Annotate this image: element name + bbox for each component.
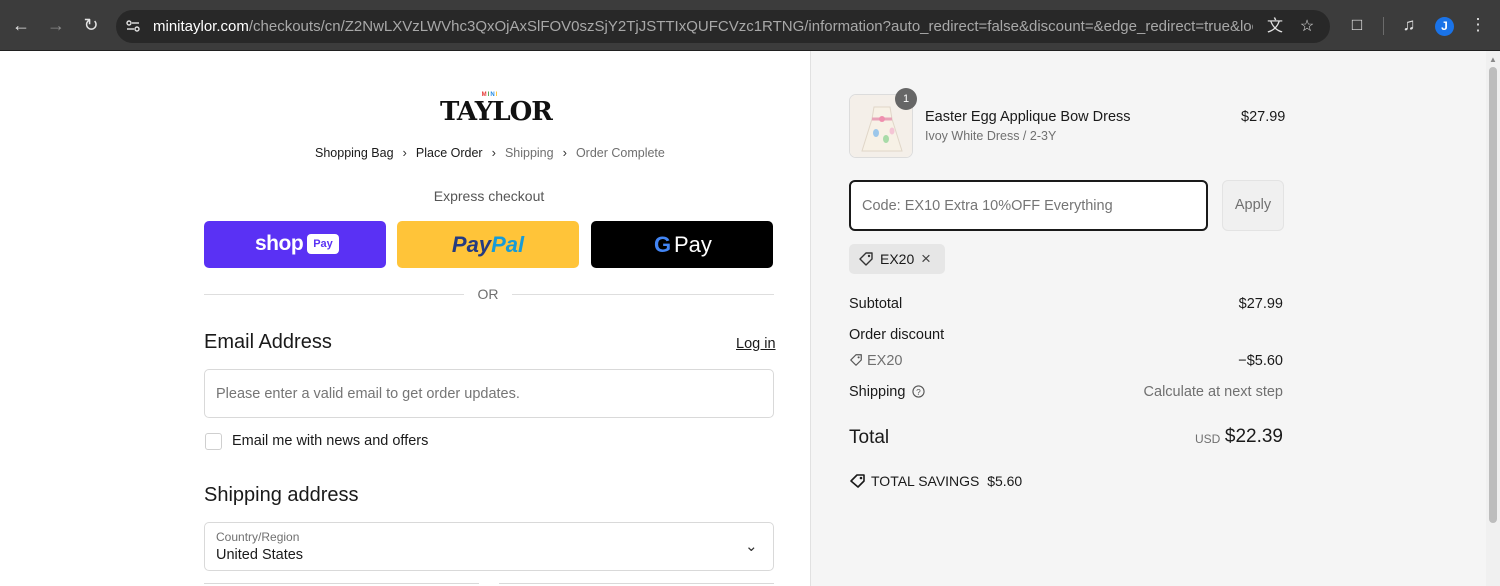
total-savings: TOTAL SAVINGS $5.60 — [849, 473, 1022, 489]
back-icon[interactable]: ← — [10, 14, 32, 36]
google-pay-button[interactable]: G Pay — [591, 221, 773, 268]
breadcrumb: Shopping Bag › Place Order › Shipping › Order … — [315, 145, 665, 160]
savings-label: TOTAL SAVINGS — [871, 473, 980, 489]
total-label: Total — [849, 427, 890, 448]
store-logo[interactable]: MINI TAYLOR — [440, 91, 553, 127]
breadcrumb-place-order: Place Order — [415, 146, 483, 160]
help-icon[interactable]: ? — [912, 385, 926, 398]
url-text: minitaylor.com/checkouts/cn/Z2NwLXVzLWVh… — [153, 18, 1253, 35]
discount-value: −$5.60 — [1238, 353, 1283, 369]
chevron-right-icon: › — [562, 145, 567, 160]
scrollbar-thumb[interactable] — [1489, 67, 1497, 523]
or-label: OR — [477, 286, 499, 302]
checkout-main: MINI TAYLOR Shopping Bag › Place Order › Shi… — [0, 51, 810, 586]
country-label: Country/Region — [216, 530, 300, 544]
media-icon[interactable]: ♫ — [1398, 14, 1420, 36]
extensions-icon[interactable]: □ — [1346, 14, 1368, 36]
total-currency: USD — [1195, 432, 1221, 446]
shipping-label: Shipping — [849, 384, 906, 400]
paypal-wordmark: PayPal — [451, 232, 525, 257]
chevron-right-icon: › — [402, 145, 407, 160]
logo-brand: TAYLOR — [440, 97, 553, 127]
order-summary: 1 Easter Egg Applique Bow Dress Ivoy Whi… — [810, 51, 1486, 586]
page-scrollbar[interactable]: ▲ — [1486, 51, 1500, 586]
translate-icon[interactable]: 文 — [1265, 17, 1285, 37]
newsletter-checkbox[interactable] — [205, 433, 222, 450]
total-value: $22.39 — [1224, 426, 1283, 447]
profile-avatar[interactable]: J — [1435, 17, 1454, 36]
express-checkout-title: Express checkout — [433, 188, 545, 204]
shipping-section-title: Shipping address — [204, 484, 359, 506]
chevron-down-icon: ⌄ — [745, 538, 758, 555]
close-icon[interactable]: × — [921, 249, 931, 269]
breadcrumb-shipping: Shipping — [504, 146, 554, 160]
or-divider-right — [512, 294, 774, 295]
breadcrumb-shopping-bag[interactable]: Shopping Bag — [315, 146, 394, 160]
product-price: $27.99 — [1241, 109, 1286, 125]
svg-text:?: ? — [917, 387, 922, 397]
tag-icon — [850, 354, 862, 366]
menu-icon[interactable]: ⋮ — [1467, 14, 1489, 36]
shipping-value: Calculate at next step — [1143, 384, 1283, 400]
chevron-right-icon: › — [491, 145, 496, 160]
shipping-row: Shipping ? — [849, 384, 926, 400]
tag-icon — [850, 474, 865, 488]
forward-icon[interactable]: → — [45, 14, 67, 36]
discount-code-label: EX20 — [867, 353, 903, 369]
email-input[interactable] — [204, 369, 774, 418]
product-name: Easter Egg Applique Bow Dress — [925, 109, 1131, 125]
newsletter-label[interactable]: Email me with news and offers — [232, 433, 428, 449]
shop-pay-wordmark: shop — [255, 232, 304, 255]
scroll-up-icon[interactable]: ▲ — [1489, 55, 1497, 64]
country-select[interactable]: Country/Region United States ⌄ — [204, 522, 774, 571]
discount-code-row: EX20 — [849, 353, 902, 369]
google-pay-label: Pay — [674, 232, 712, 257]
or-divider-left — [204, 294, 464, 295]
star-icon[interactable]: ☆ — [1297, 17, 1317, 37]
country-value: United States — [216, 547, 304, 563]
subtotal-value: $27.99 — [1238, 296, 1283, 312]
google-g-icon: G — [654, 232, 672, 257]
shop-pay-button[interactable]: shop Pay — [204, 221, 386, 268]
toolbar-divider — [1383, 17, 1384, 35]
quantity-badge: 1 — [895, 88, 917, 110]
browser-toolbar: ← → ↻ minitaylor.com/checkouts/cn/Z2NwLX… — [0, 0, 1500, 51]
shop-pay-badge: Pay — [307, 234, 339, 254]
applied-discount-code: EX20 — [880, 251, 915, 267]
login-link[interactable]: Log in — [736, 336, 776, 352]
address-bar[interactable]: minitaylor.com/checkouts/cn/Z2NwLXVzLWVh… — [116, 10, 1330, 43]
paypal-button[interactable]: PayPal — [397, 221, 579, 268]
product-variant: Ivoy White Dress / 2-3Y — [925, 129, 1057, 143]
discount-code-input[interactable] — [849, 180, 1208, 231]
order-discount-label: Order discount — [849, 327, 945, 343]
apply-button[interactable]: Apply — [1222, 180, 1284, 231]
reload-icon[interactable]: ↻ — [80, 14, 102, 36]
site-settings-icon[interactable] — [125, 18, 141, 34]
email-section-title: Email Address — [204, 331, 332, 353]
subtotal-label: Subtotal — [849, 296, 903, 312]
applied-discount-chip: EX20 × — [849, 244, 945, 274]
breadcrumb-order-complete: Order Complete — [575, 146, 665, 160]
tag-icon — [859, 252, 873, 266]
savings-value: $5.60 — [987, 473, 1023, 489]
